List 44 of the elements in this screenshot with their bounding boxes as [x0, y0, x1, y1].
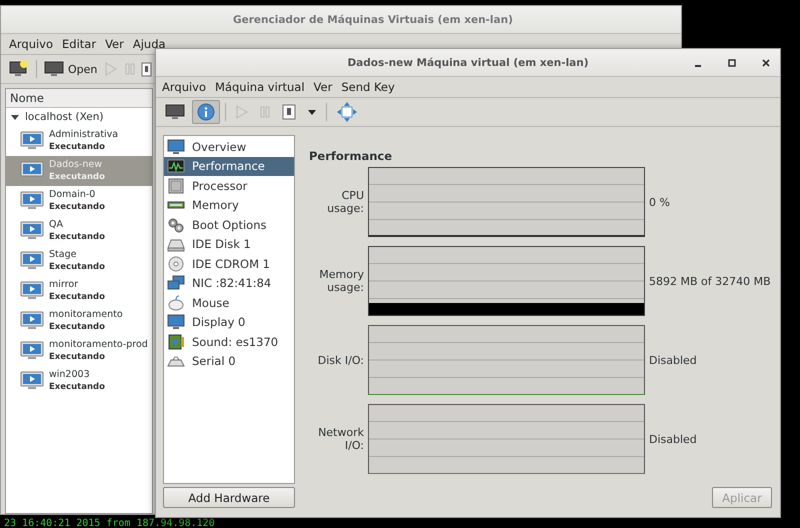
hardware-item[interactable]: Serial 0	[164, 352, 294, 371]
add-hardware-button[interactable]: Add Hardware	[163, 487, 295, 508]
menu-item[interactable]: Máquina virtual	[211, 80, 309, 94]
host-row[interactable]: localhost (Xen)	[6, 108, 152, 126]
hardware-item[interactable]: Memory	[164, 196, 294, 215]
section-heading: Performance	[309, 149, 394, 163]
vm-row[interactable]: monitoramento-prod Executando	[6, 336, 152, 366]
menu-item[interactable]: Ver	[310, 80, 336, 94]
hardware-item[interactable]: NIC :82:41:84	[164, 274, 294, 293]
menu-item[interactable]: Ajuda	[128, 37, 170, 51]
metric-label: Network I/O:	[317, 426, 364, 452]
hardware-item[interactable]: Overview	[164, 137, 294, 156]
menu-item[interactable]: Arquivo	[158, 80, 210, 94]
terminal-line: 23 16:40:21 2015 from 187.94.98.120	[4, 518, 215, 528]
metric-reading: Disabled	[649, 432, 698, 446]
hardware-item[interactable]: Boot Options	[164, 215, 294, 234]
vm-row[interactable]: monitoramento Executando	[6, 306, 152, 336]
window-title: Dados-new Máquina virtual (em xen-lan)	[347, 56, 589, 68]
hardware-item[interactable]: Mouse	[164, 293, 294, 312]
vm-row[interactable]: Stage Executando	[6, 246, 152, 276]
metric-reading: 0 %	[649, 196, 671, 208]
vm-row[interactable]: QA Executando	[6, 216, 152, 246]
vm-row[interactable]: Administrativa Executando	[6, 126, 152, 156]
vm-row[interactable]: mirror Executando	[6, 276, 152, 306]
menu-item[interactable]: Arquivo	[5, 37, 58, 51]
column-header[interactable]: Nome	[6, 89, 152, 108]
metric-label: Disk I/O:	[316, 354, 364, 366]
metric-reading: Disabled	[649, 354, 698, 366]
menu-item[interactable]: Send Key	[337, 80, 399, 94]
vm-row[interactable]: Domain-0 Executando	[6, 186, 152, 216]
open-button[interactable]: Open	[40, 57, 102, 81]
menu-item[interactable]: Editar	[58, 37, 100, 51]
metric-label: CPU usage:	[326, 189, 364, 215]
metric-reading: 5892 MB of 32740 MB	[649, 274, 772, 288]
hardware-item[interactable]: Processor	[164, 176, 294, 196]
hardware-item[interactable]: Performance	[164, 156, 294, 176]
hardware-item[interactable]: Sound: es1370	[164, 332, 294, 352]
metric-label: Memory usage:	[318, 268, 364, 294]
vm-row[interactable]: win2003 Executando	[6, 366, 152, 396]
menu-item[interactable]: Ver	[101, 37, 128, 51]
hardware-item[interactable]: Display 0	[164, 312, 294, 332]
window-title: Gerenciador de Máquinas Virtuais (em xen-lan)	[233, 14, 513, 26]
hardware-item[interactable]: IDE Disk 1	[164, 234, 294, 254]
hardware-item[interactable]: IDE CDROM 1	[164, 254, 294, 274]
